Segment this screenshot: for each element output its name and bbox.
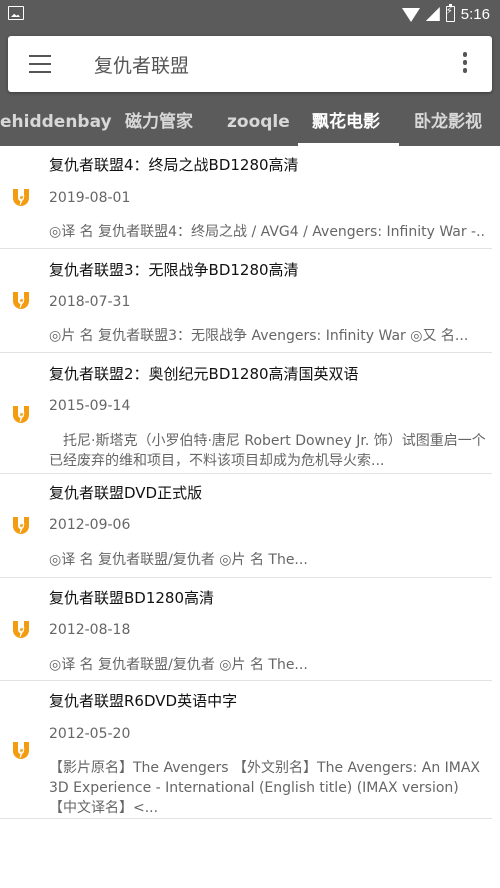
battery-icon <box>445 4 455 22</box>
result-title: 复仇者联盟R6DVD英语中字 <box>49 692 238 710</box>
results-list: 复仇者联盟4：终局之战BD1280高清 2019-08-01 ◎译 名 复仇者联… <box>0 146 500 819</box>
menu-icon[interactable] <box>29 55 51 74</box>
result-description: ◎译 名 复仇者联盟/复仇者 ◎片 名 The... <box>49 552 308 568</box>
image-notification-icon <box>8 6 24 20</box>
list-item[interactable]: 复仇者联盟2：奥创纪元BD1280高清国英双语 2015-09-14 托尼·斯塔… <box>0 353 492 474</box>
more-options-icon[interactable] <box>462 52 468 76</box>
source-tabs: ehiddenbay 磁力管家 zooqle 飘花电影 卧龙影视 <box>0 100 500 146</box>
magnet-icon <box>13 742 29 759</box>
result-date: 2012-09-06 <box>49 517 131 533</box>
search-query[interactable]: 复仇者联盟 <box>94 51 189 78</box>
tab-wolong[interactable]: 卧龙影视 <box>414 100 482 146</box>
list-item[interactable]: 复仇者联盟BD1280高清 2012-08-18 ◎译 名 复仇者联盟/复仇者 … <box>0 578 492 681</box>
clock: 5:16 <box>460 5 490 23</box>
result-description: ◎片 名 复仇者联盟3：无限战争 Avengers: Infinity War … <box>49 328 469 344</box>
result-title: 复仇者联盟BD1280高清 <box>49 589 215 607</box>
magnet-icon <box>13 621 29 638</box>
status-icons: 5:16 <box>401 0 490 28</box>
result-title: 复仇者联盟DVD正式版 <box>49 484 203 502</box>
result-title: 复仇者联盟3：无限战争BD1280高清 <box>49 261 299 279</box>
signal-icon <box>425 7 440 21</box>
result-description: 托尼·斯塔克（小罗伯特·唐尼 Robert Downey Jr. 饰）试图重启一… <box>49 433 486 469</box>
magnet-icon <box>13 292 29 309</box>
result-description: ◎译 名 复仇者联盟/复仇者 ◎片 名 The... <box>49 657 308 673</box>
magnet-icon <box>13 517 29 534</box>
tab-ehiddenbay[interactable]: ehiddenbay <box>0 100 112 146</box>
app-header: 复仇者联盟 <box>0 28 500 100</box>
list-item[interactable]: 复仇者联盟3：无限战争BD1280高清 2018-07-31 ◎片 名 复仇者联… <box>0 249 492 353</box>
result-date: 2012-08-18 <box>49 622 131 638</box>
result-date: 2012-05-20 <box>49 726 131 742</box>
list-item[interactable]: 复仇者联盟4：终局之战BD1280高清 2019-08-01 ◎译 名 复仇者联… <box>0 146 492 249</box>
status-bar: 5:16 <box>0 0 500 28</box>
result-date: 2015-09-14 <box>49 398 131 414</box>
tab-ciliguanjia[interactable]: 磁力管家 <box>125 100 193 146</box>
tab-zooqle[interactable]: zooqle <box>227 100 290 146</box>
result-date: 2018-07-31 <box>49 294 131 310</box>
tab-piaohua[interactable]: 飘花电影 <box>312 100 380 146</box>
result-date: 2019-08-01 <box>49 190 131 206</box>
list-item[interactable]: 复仇者联盟DVD正式版 2012-09-06 ◎译 名 复仇者联盟/复仇者 ◎片… <box>0 474 492 578</box>
wifi-icon <box>401 8 420 22</box>
magnet-icon <box>13 189 29 206</box>
result-description: 【影片原名】The Avengers 【外文别名】The Avengers: A… <box>49 760 481 816</box>
result-title: 复仇者联盟4：终局之战BD1280高清 <box>49 156 299 174</box>
result-title: 复仇者联盟2：奥创纪元BD1280高清国英双语 <box>49 365 359 383</box>
result-description: ◎译 名 复仇者联盟4：终局之战 / AVG4 / Avengers: Infi… <box>49 224 486 240</box>
magnet-icon <box>13 406 29 423</box>
list-item[interactable]: 复仇者联盟R6DVD英语中字 2012-05-20 【影片原名】The Aven… <box>0 681 492 819</box>
search-bar[interactable]: 复仇者联盟 <box>8 36 492 92</box>
